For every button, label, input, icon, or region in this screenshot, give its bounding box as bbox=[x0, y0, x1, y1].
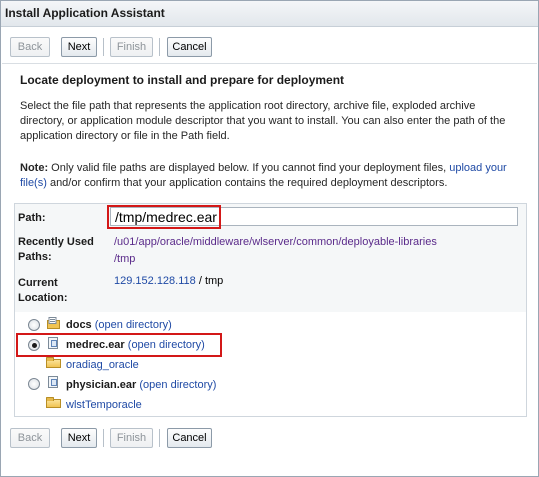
physician-radio-icon[interactable] bbox=[28, 378, 40, 390]
docs-folder-icon bbox=[47, 317, 60, 329]
location-label-line-2: Location: bbox=[18, 292, 68, 304]
current-location-label: Current Location: bbox=[18, 276, 68, 306]
open-directory-link[interactable]: (open directory) bbox=[139, 379, 216, 391]
divider bbox=[2, 63, 537, 64]
recent-path-link[interactable]: /tmp bbox=[114, 252, 135, 267]
recent-label-line-1: Recently Used bbox=[18, 236, 94, 248]
note-body-2: and/or confirm that your application con… bbox=[46, 177, 448, 189]
install-assistant-window: Install Application Assistant Back Next … bbox=[0, 0, 539, 477]
path-label: Path: bbox=[18, 212, 46, 224]
location-dir: tmp bbox=[204, 275, 224, 287]
folder-link[interactable]: oradiag_oracle bbox=[66, 359, 139, 371]
recent-paths-label: Recently Used Paths: bbox=[18, 235, 94, 265]
back-button[interactable]: Back bbox=[10, 37, 50, 57]
recent-label-line-2: Paths: bbox=[18, 251, 52, 263]
current-location-value: 129.152.128.118 / tmp bbox=[114, 274, 223, 289]
tree-item-name: medrec.ear bbox=[66, 339, 125, 351]
recent-path-link[interactable]: /u01/app/oracle/middleware/wlserver/comm… bbox=[114, 235, 437, 250]
ear-file-icon bbox=[48, 337, 58, 349]
finish-button[interactable]: Finish bbox=[110, 37, 153, 57]
note-label: Note: bbox=[20, 162, 49, 174]
button-separator bbox=[159, 38, 160, 56]
location-host-link[interactable]: 129.152.128.118 bbox=[114, 275, 196, 287]
tree-child-oradiag: oradiag_oracle bbox=[66, 358, 139, 373]
folder-link[interactable]: wlstTemporacle bbox=[66, 399, 142, 411]
title-bar: Install Application Assistant bbox=[1, 1, 538, 27]
next-button[interactable]: Next bbox=[61, 428, 97, 448]
open-directory-link[interactable]: (open directory) bbox=[95, 319, 172, 331]
button-separator bbox=[159, 429, 160, 447]
open-directory-link[interactable]: (open directory) bbox=[128, 339, 205, 351]
folder-icon bbox=[46, 357, 61, 368]
page-heading: Locate deployment to install and prepare… bbox=[20, 73, 345, 87]
location-separator: / bbox=[195, 275, 205, 287]
ear-file-icon bbox=[48, 376, 58, 388]
window-title: Install Application Assistant bbox=[5, 6, 165, 20]
tree-item-name: physician.ear bbox=[66, 379, 137, 391]
note-text: Note: Only valid file paths are displaye… bbox=[20, 161, 520, 191]
note-body-1: Only valid file paths are displayed belo… bbox=[48, 162, 450, 174]
path-input[interactable] bbox=[110, 207, 518, 226]
description-text: Select the file path that represents the… bbox=[20, 100, 506, 142]
tree-child-wlst: wlstTemporacle bbox=[66, 398, 142, 413]
docs-radio-icon[interactable] bbox=[28, 319, 40, 331]
tree-item-docs: docs (open directory) bbox=[66, 318, 172, 333]
tree-item-physician: physician.ear (open directory) bbox=[66, 378, 216, 393]
next-button[interactable]: Next bbox=[61, 37, 97, 57]
folder-icon bbox=[46, 397, 61, 408]
back-button[interactable]: Back bbox=[10, 428, 50, 448]
medrec-radio-icon[interactable] bbox=[28, 339, 40, 351]
finish-button[interactable]: Finish bbox=[110, 428, 153, 448]
location-label-line-1: Current bbox=[18, 277, 58, 289]
tree-item-medrec: medrec.ear (open directory) bbox=[66, 338, 205, 353]
button-separator bbox=[103, 429, 104, 447]
cancel-button[interactable]: Cancel bbox=[167, 428, 212, 448]
tree-item-name: docs bbox=[66, 319, 92, 331]
button-separator bbox=[103, 38, 104, 56]
cancel-button[interactable]: Cancel bbox=[167, 37, 212, 57]
